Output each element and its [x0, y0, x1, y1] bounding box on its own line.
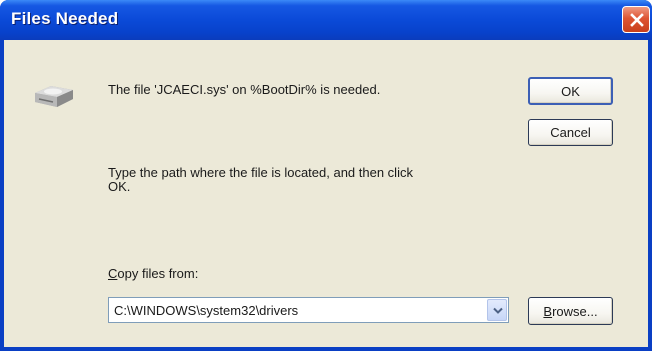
copy-files-from-combobox[interactable]: C:\WINDOWS\system32\drivers [108, 297, 509, 323]
browse-button[interactable]: Browse... [528, 297, 613, 325]
file-needed-message: The file 'JCAECI.sys' on %BootDir% is ne… [108, 82, 381, 97]
copy-files-from-label: Copy files from: [108, 267, 198, 281]
instruction-line-1: Type the path where the file is located,… [108, 165, 413, 180]
cancel-button-label: Cancel [550, 125, 591, 140]
ok-button-label: OK [561, 83, 580, 99]
copy-files-from-label-rest: opy files from: [117, 266, 199, 281]
cancel-button[interactable]: Cancel [528, 119, 613, 146]
copy-files-from-accelerator: C [108, 266, 118, 281]
chevron-down-icon [493, 307, 503, 314]
dialog-body: The file 'JCAECI.sys' on %BootDir% is ne… [4, 40, 648, 347]
files-needed-dialog: Files Needed The file 'JCAECI.sys' on %B… [0, 0, 652, 351]
instruction-line-2: OK. [108, 179, 131, 194]
close-button[interactable] [622, 6, 650, 33]
title-bar[interactable]: Files Needed [0, 0, 652, 40]
browse-accelerator: B [543, 303, 553, 319]
combobox-dropdown-button[interactable] [487, 299, 507, 321]
disk-drive-icon [35, 86, 73, 107]
copy-files-from-value: C:\WINDOWS\system32\drivers [114, 303, 299, 318]
browse-button-label: Browse... [543, 304, 597, 319]
ok-button[interactable]: OK [528, 77, 613, 105]
browse-label-rest: rowse... [552, 303, 598, 319]
window-title: Files Needed [11, 9, 119, 28]
close-icon [630, 13, 644, 27]
